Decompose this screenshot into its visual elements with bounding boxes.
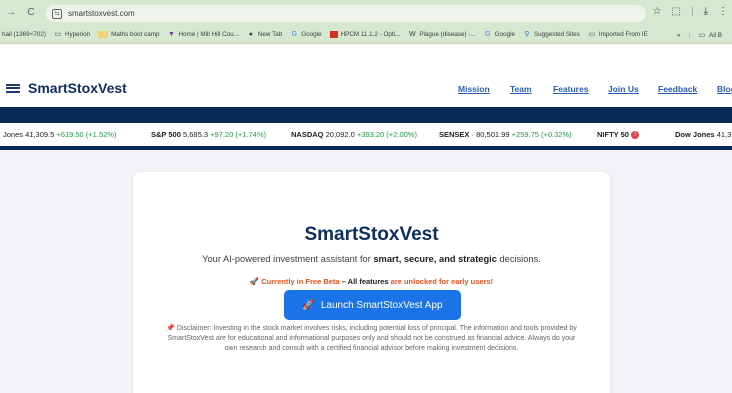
rocket-icon: 🚀 xyxy=(302,299,315,311)
forward-icon[interactable]: → xyxy=(2,7,20,18)
all-bookmarks-button[interactable]: ▭ All B xyxy=(698,32,722,39)
menu-icon[interactable]: ⋮ xyxy=(718,6,728,17)
bookmarks-bar: hail (1369×702) ▭ Hyperion Maths boot cam… xyxy=(0,26,732,44)
wiki-icon: W xyxy=(409,31,416,38)
launch-app-label: Launch SmartStoxVest App xyxy=(320,299,443,311)
download-icon[interactable]: ⤓ xyxy=(704,6,708,17)
bookmark-item[interactable]: G Google xyxy=(290,31,322,38)
ticker-item: SENSEX · 80,501.99 +259.75 (+0.32%) xyxy=(439,130,572,139)
ticker-item: Jones 41,309.5 +619.50 (+1.52%) xyxy=(3,130,117,139)
folder-icon: ▭ xyxy=(588,31,596,38)
nav-link-feedback[interactable]: Feedback xyxy=(658,84,697,94)
nav-link-team[interactable]: Team xyxy=(510,84,532,94)
bookmark-item[interactable]: HPCM 11.1.2 - Opti... xyxy=(329,31,400,38)
search-icon: ⚲ xyxy=(524,31,530,38)
separator: | xyxy=(688,31,691,39)
ticker-item: NIFTY 50 ! xyxy=(597,130,640,140)
site-info-icon[interactable]: ⇆ xyxy=(52,8,62,19)
ticker-item: Dow Jones 41,3 xyxy=(675,130,732,139)
separator: | xyxy=(690,6,694,17)
ticker-item: NASDAQ 20,092.0 +393.20 (+2.00%) xyxy=(291,130,417,139)
hero-tagline: Your AI-powered investment assistant for… xyxy=(202,254,541,264)
folder-icon: ▭ xyxy=(698,31,706,39)
star-icon[interactable]: ☆ xyxy=(653,6,662,17)
bookmark-icon: ▼ xyxy=(167,31,175,38)
bookmark-item[interactable]: W Plague (disease) -... xyxy=(408,31,476,38)
reload-icon[interactable]: C xyxy=(22,7,40,18)
browser-toolbar: → C ⇆ smartstoxvest.com ☆ ⬚ | ⤓ ⋮ xyxy=(0,0,732,26)
bookmarks-more-button[interactable]: » xyxy=(677,32,681,39)
ticker-bottom-band xyxy=(0,146,732,150)
red-square-icon xyxy=(329,31,338,38)
site-header xyxy=(0,45,732,107)
bookmark-item[interactable]: ▭ Hyperion xyxy=(54,31,91,38)
bookmark-item[interactable]: hail (1369×702) xyxy=(2,31,46,38)
hero-title: SmartStoxVest xyxy=(304,224,439,245)
bookmark-item[interactable]: ▼ Home | Mill Hill Cou... xyxy=(167,31,239,38)
globe-icon: ● xyxy=(248,31,253,38)
url-text[interactable]: smartstoxvest.com xyxy=(68,9,135,18)
bookmark-item[interactable]: ⚲ Suggested Sites xyxy=(523,31,579,38)
google-icon: G xyxy=(291,31,297,38)
market-ticker: Jones 41,309.5 +619.50 (+1.52%) S&P 500 … xyxy=(0,123,732,146)
nav-link-blog[interactable]: Blog xyxy=(717,84,732,94)
beta-notice: 🚀 Currently in Free Beta – All features … xyxy=(249,277,494,286)
bookmark-item[interactable]: Maths boot camp xyxy=(98,31,159,38)
disclaimer-text: 📌 Disclaimer: Investing in the stock mar… xyxy=(166,325,577,352)
google-icon: G xyxy=(484,31,491,38)
pin-icon: 📌 xyxy=(166,325,175,332)
bookmark-item[interactable]: ● New Tab xyxy=(247,31,283,38)
launch-app-button[interactable]: 🚀 Launch SmartStoxVest App xyxy=(284,290,461,320)
error-icon: ! xyxy=(631,131,640,140)
ticker-top-band xyxy=(0,107,732,123)
rocket-icon: 🚀 xyxy=(249,277,260,286)
nav-link-features[interactable]: Features xyxy=(553,84,588,94)
extensions-icon[interactable]: ⬚ xyxy=(672,6,681,17)
nav-link-mission[interactable]: Mission xyxy=(458,84,490,94)
main-nav: Mission Team Features Join Us Feedback B… xyxy=(0,84,732,96)
tile-icon xyxy=(98,31,109,38)
bookmark-item[interactable]: G Google xyxy=(484,31,515,38)
bookmark-item[interactable]: ▭ Imported From IE xyxy=(588,31,648,38)
address-bar[interactable]: ⇆ smartstoxvest.com xyxy=(46,5,646,22)
folder-icon: ▭ xyxy=(54,31,62,38)
ticker-item: S&P 500 5,685.3 +97.20 (+1.74%) xyxy=(151,130,266,139)
hero-card: SmartStoxVest Your AI-powered investment… xyxy=(133,172,610,393)
nav-link-join-us[interactable]: Join Us xyxy=(608,84,639,94)
